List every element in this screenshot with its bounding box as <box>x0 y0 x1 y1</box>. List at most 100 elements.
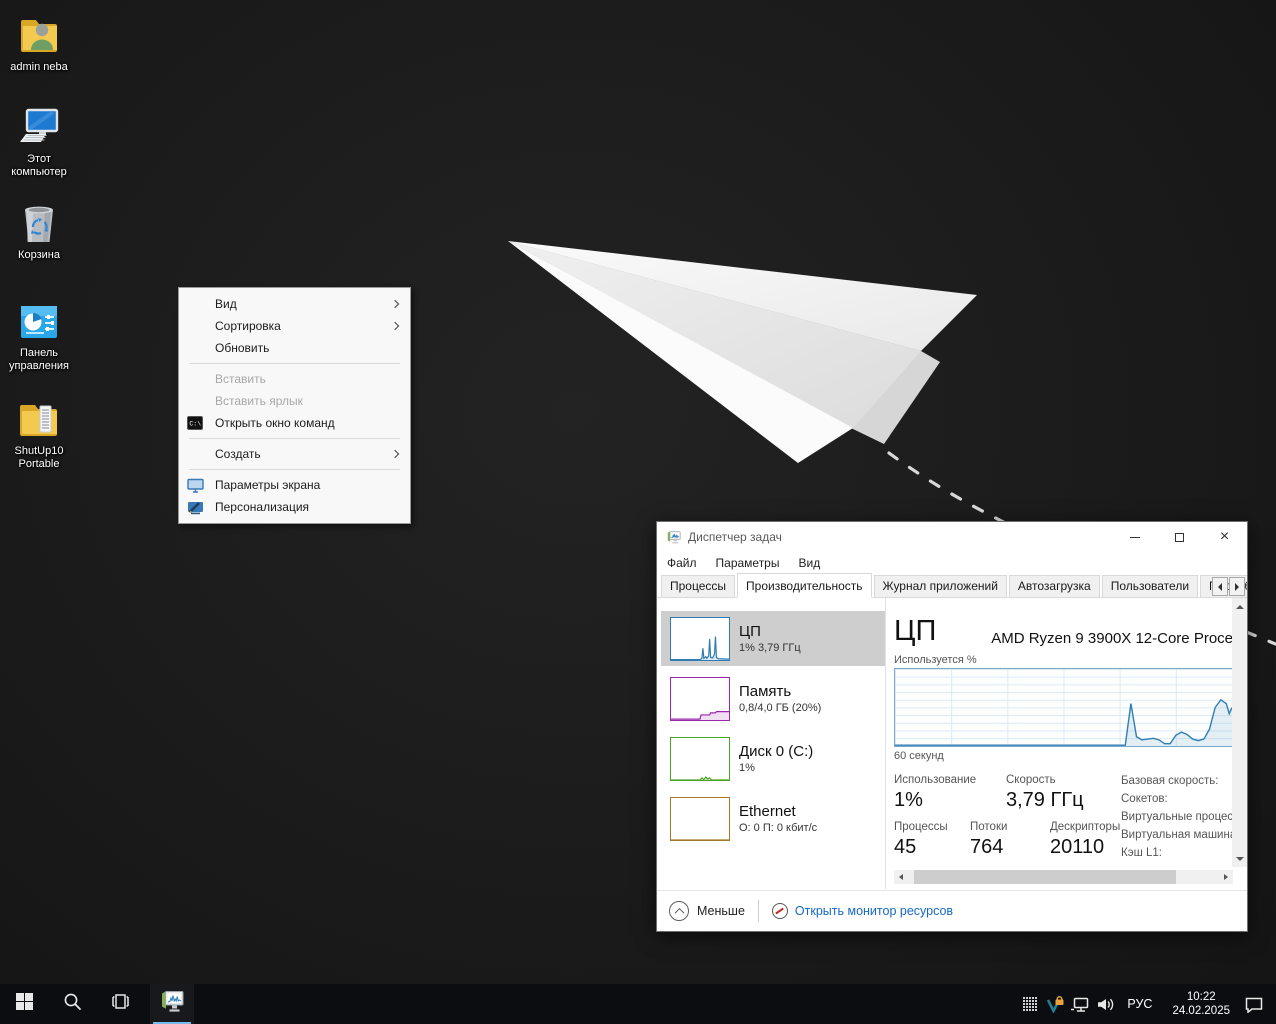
tab-1[interactable]: Процессы <box>661 575 736 598</box>
sidebar-item-detail: 1% 3,79 ГГц <box>739 642 801 654</box>
stat-label: Использование <box>894 774 977 786</box>
minimize-button[interactable] <box>1112 522 1157 552</box>
context-menu-item[interactable]: Персонализация <box>179 496 410 518</box>
network-icon[interactable] <box>1068 984 1093 1024</box>
sidebar-item-text: Память 0,8/4,0 ГБ (20%) <box>739 683 821 714</box>
open-resource-monitor-link[interactable]: Открыть монитор ресурсов <box>771 903 953 919</box>
stat-cell: Процессы 45 <box>894 821 970 868</box>
computer-icon <box>0 102 78 150</box>
personalization-icon <box>187 499 209 515</box>
scroll-up-icon[interactable] <box>1232 599 1247 614</box>
menu-item-icon-slot <box>187 393 209 409</box>
resource-monitor-icon <box>771 903 788 919</box>
bottombar: Меньше Открыть монитор ресурсов <box>657 890 1247 931</box>
context-menu-item[interactable]: Вид <box>179 293 410 315</box>
taskbar-search-button[interactable] <box>48 984 96 1024</box>
chevron-up-circle-icon <box>669 901 689 921</box>
menu-item-icon-slot <box>187 296 209 312</box>
sidebar-item-ethernet[interactable]: Ethernet О: 0 П: 0 кбит/с <box>661 791 885 846</box>
scroll-left-icon[interactable] <box>894 870 908 884</box>
system-tray: РУС 10:22 24.02.2025 <box>1018 984 1276 1024</box>
menu-параметры[interactable]: Параметры <box>716 556 780 570</box>
context-menu-item[interactable]: Создать <box>179 443 410 465</box>
menu-файл[interactable]: Файл <box>667 556 697 570</box>
sidebar-item-text: ЦП 1% 3,79 ГГц <box>739 623 801 654</box>
start-icon <box>15 993 33 1015</box>
stat-cell: Потоки 764 <box>970 821 1050 868</box>
context-menu-item[interactable]: Сортировка <box>179 315 410 337</box>
taskbar-left <box>0 984 144 1024</box>
submenu-chevron-icon <box>390 449 400 459</box>
desktop: admin neba Этот компьютер Корзина Панель уп… <box>0 0 1276 1024</box>
tab-2[interactable]: Производительность <box>737 573 872 598</box>
fewer-details-button[interactable]: Меньше <box>669 901 745 921</box>
maximize-button[interactable] <box>1157 522 1202 552</box>
volume-icon[interactable] <box>1093 984 1118 1024</box>
taskbar-task-manager-button[interactable] <box>150 984 194 1024</box>
scroll-down-icon[interactable] <box>1232 851 1247 866</box>
menu-separator <box>189 438 400 439</box>
taskbar-start-button[interactable] <box>0 984 48 1024</box>
menu-separator <box>189 363 400 364</box>
menu-item-icon-slot <box>187 371 209 387</box>
stat-value: 764 <box>970 836 1004 858</box>
tab-scroll-arrows <box>1211 577 1245 596</box>
desktop-icon-folder-app[interactable]: ShutUp10 Portable <box>0 394 78 471</box>
cpu-stats: Базовая скорость: Сокетов: Виртуальные про… <box>894 774 1234 870</box>
tab-4[interactable]: Автозагрузка <box>1008 575 1100 598</box>
taskbar-task-view-button[interactable] <box>96 984 144 1024</box>
user-folder-icon <box>0 10 78 58</box>
desktop-icon-label: ShutUp10 Portable <box>14 445 64 470</box>
tab-scroll-right-icon[interactable] <box>1229 577 1245 596</box>
chart-top-label: Используется % <box>894 654 977 666</box>
vertical-scrollbar[interactable] <box>1232 598 1247 867</box>
hscroll-track[interactable] <box>908 870 1219 884</box>
desktop-icon-label: Панель управления <box>9 347 69 372</box>
context-menu-item[interactable]: C:\ Открыть окно команд <box>179 412 410 434</box>
menu-item-label: Персонализация <box>215 500 310 514</box>
tab-scroll-left-icon[interactable] <box>1212 577 1228 596</box>
close-button[interactable]: × <box>1202 522 1247 552</box>
hscroll-thumb[interactable] <box>914 870 1176 884</box>
sidebar-item-disk[interactable]: Диск 0 (C:) 1% <box>661 731 885 786</box>
hidden-icons-grid-icon[interactable] <box>1018 984 1043 1024</box>
tab-label: Пользователи <box>1110 579 1190 593</box>
action-center-icon[interactable] <box>1241 984 1266 1024</box>
tray-icons <box>1018 984 1118 1024</box>
menubar: Файл Параметры Вид <box>657 552 1247 573</box>
desktop-icon-computer[interactable]: Этот компьютер <box>0 102 78 179</box>
taskbar: РУС 10:22 24.02.2025 <box>0 984 1276 1024</box>
desktop-icon-user-folder[interactable]: admin neba <box>0 10 78 74</box>
desktop-icon-label: Этот компьютер <box>11 153 67 178</box>
sidebar-item-detail: 1% <box>739 762 755 774</box>
desktop-icon-recycle-bin[interactable]: Корзина <box>0 198 78 262</box>
clock[interactable]: 10:22 24.02.2025 <box>1161 990 1241 1018</box>
sidebar-item-cpu[interactable]: ЦП 1% 3,79 ГГц <box>661 611 885 666</box>
display-icon <box>187 477 209 493</box>
desktop-icon-control-panel[interactable]: Панель управления <box>0 296 78 373</box>
sidebar-divider <box>885 598 886 889</box>
context-menu-item[interactable]: Вставить ярлык <box>179 390 410 412</box>
sidebar-item-memory[interactable]: Память 0,8/4,0 ГБ (20%) <box>661 671 885 726</box>
tab-5[interactable]: Пользователи <box>1101 575 1199 598</box>
context-menu-item[interactable]: Вставить <box>179 368 410 390</box>
tabstrip: Процессы Производительность Журнал приложе… <box>657 573 1247 598</box>
context-menu-item[interactable]: Обновить <box>179 337 410 359</box>
cpu-usage-chart <box>894 668 1233 747</box>
veracrypt-icon[interactable] <box>1043 984 1068 1024</box>
menu-separator <box>189 469 400 470</box>
titlebar[interactable]: Диспетчер задач × <box>657 522 1247 552</box>
menu-item-label: Создать <box>215 447 261 461</box>
performance-tab-content: ЦП 1% 3,79 ГГц Память 0,8/4,0 ГБ (20%) Диск … <box>657 598 1247 889</box>
menu-item-label: Вид <box>215 297 237 311</box>
info-label: Виртуальная машина: <box>1121 829 1234 841</box>
language-indicator[interactable]: РУС <box>1118 997 1161 1011</box>
menu-item-label: Параметры экрана <box>215 478 321 492</box>
context-menu-item[interactable]: Параметры экрана <box>179 474 410 496</box>
sidebar-item-name: Память <box>739 683 792 700</box>
scroll-right-icon[interactable] <box>1219 870 1233 884</box>
search-icon <box>63 992 82 1016</box>
horizontal-scrollbar[interactable] <box>894 870 1233 884</box>
menu-вид[interactable]: Вид <box>798 556 820 570</box>
tab-3[interactable]: Журнал приложений <box>873 575 1007 598</box>
